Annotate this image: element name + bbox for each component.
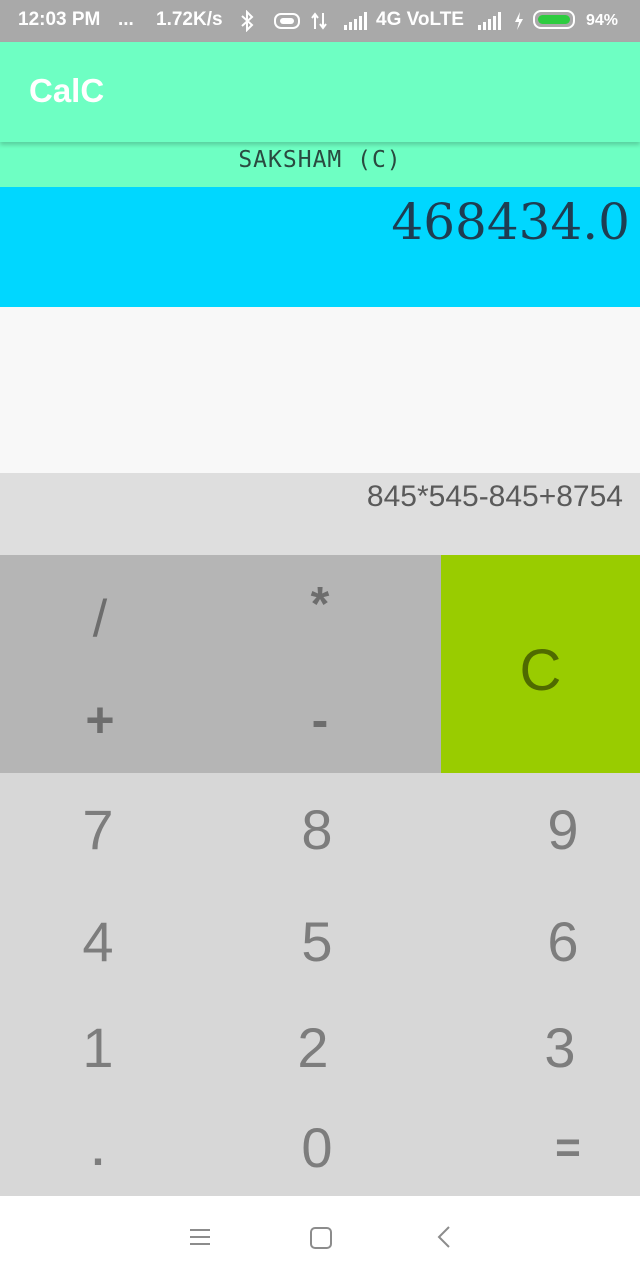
app-title: CalC	[29, 72, 105, 109]
keypad: 7 8 9 4 5 6 1 2 3 . 0 =	[0, 773, 640, 1196]
status-time: 12:03 PM	[18, 9, 101, 30]
expression-value: 845*545-845+8754	[366, 480, 623, 513]
key-2[interactable]: 2	[213, 1003, 413, 1093]
divide-button[interactable]: /	[0, 569, 200, 669]
back-icon[interactable]	[434, 1224, 454, 1250]
key-1[interactable]: 1	[0, 1003, 196, 1093]
key-8[interactable]: 8	[217, 785, 417, 875]
key-7[interactable]: 7	[0, 785, 196, 875]
home-icon[interactable]	[309, 1226, 333, 1250]
key-4[interactable]: 4	[0, 897, 196, 987]
navigation-bar	[0, 1196, 640, 1280]
charging-icon	[515, 12, 523, 30]
multiply-button[interactable]: *	[220, 565, 420, 645]
add-button[interactable]: +	[0, 675, 200, 765]
app-bar: CalC	[0, 42, 640, 142]
clear-button[interactable]: C	[441, 555, 640, 773]
author-strip: SAKSHAM (C)	[0, 142, 640, 187]
key-9[interactable]: 9	[463, 785, 640, 875]
key-0[interactable]: 0	[217, 1103, 417, 1193]
data-arrows-icon	[311, 12, 327, 30]
signal-icon	[344, 12, 368, 30]
subtract-button[interactable]: -	[220, 675, 420, 765]
expression-panel: 845*545-845+8754	[0, 473, 640, 555]
result-panel: 468434.0	[0, 187, 640, 307]
operators-panel: / * + -	[0, 555, 441, 773]
vibrate-icon	[274, 13, 300, 29]
battery-percent: 94%	[586, 12, 619, 29]
key-5[interactable]: 5	[217, 897, 417, 987]
blank-panel	[0, 307, 640, 473]
equals-button[interactable]: =	[468, 1103, 640, 1193]
author-label: SAKSHAM (C)	[238, 147, 402, 173]
status-bar: 12:03 PM ... 1.72K/s 4G VoLTE 94%	[0, 0, 640, 42]
clear-label: C	[519, 638, 562, 703]
result-value: 468434.0	[391, 193, 630, 251]
signal-icon	[478, 12, 502, 30]
key-3[interactable]: 3	[460, 1003, 640, 1093]
decimal-button[interactable]: .	[0, 1111, 196, 1191]
menu-icon[interactable]	[188, 1226, 212, 1248]
network-type: 4G VoLTE	[376, 9, 464, 30]
key-6[interactable]: 6	[463, 897, 640, 987]
network-speed: 1.72K/s	[156, 9, 223, 30]
status-dots: ...	[118, 9, 134, 30]
battery-icon	[533, 10, 575, 29]
bluetooth-icon	[241, 10, 254, 32]
